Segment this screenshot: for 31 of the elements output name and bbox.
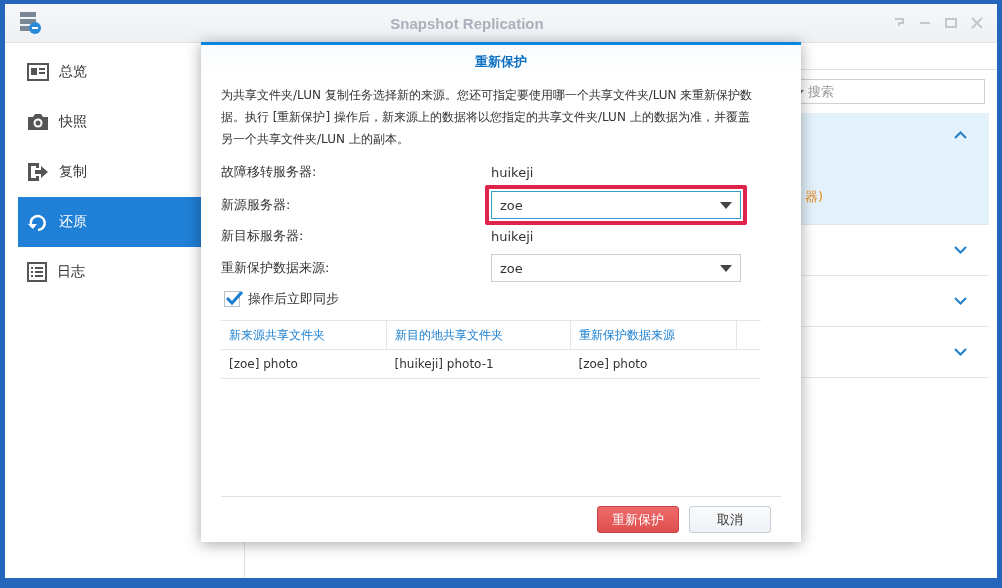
camera-icon [27,113,49,131]
table-cell: [zoe] photo [221,349,387,379]
field-value: huikeji [491,228,534,244]
column-header[interactable]: 新来源共享文件夹 [221,320,387,350]
table-cell: [zoe] photo [570,349,737,379]
chevron-down-icon[interactable] [954,297,967,305]
window-title: Snapshot Replication [389,14,545,32]
table-cell: [huikeji] photo-1 [386,349,571,379]
restore-icon [27,212,49,232]
chevron-down-icon[interactable] [954,246,967,254]
status-text: 器) [805,188,824,206]
export-icon [27,162,49,182]
checkbox[interactable] [224,291,240,307]
chevron-down-icon[interactable] [954,348,967,356]
caret-icon [720,264,732,272]
caret-icon [720,201,732,209]
column-header[interactable]: 新目的地共享文件夹 [386,320,571,350]
dialog-title: 重新保护 [475,52,527,71]
checkbox-label: 操作后立即同步 [248,290,339,308]
chevron-up-icon[interactable] [954,131,967,139]
cancel-button[interactable]: 取消 [689,506,771,533]
description-text: 为共享文件夹/LUN 复制任务选择新的来源。您还可指定要使用哪一个共享文件夹/LUN 来重新保护数据。执行 [重新保护] 操作后，新来源上的数据将以您指定的共享文件夹/LUN 上的数据为准，并覆盖另一个共享文件夹/LUN 上的副本。 [221,87,754,148]
field-label: 重新保护数据来源: [221,259,331,277]
field-value: huikeji [491,164,534,180]
dropdown[interactable]: zoe [491,254,741,282]
column-header[interactable]: 重新保护数据来源 [570,320,737,350]
list-icon [27,262,47,282]
id-card-icon [27,63,49,81]
dropdown[interactable]: zoe [491,191,741,219]
field-label: 故障移转服务器: [221,163,318,181]
app-icon [19,11,41,35]
